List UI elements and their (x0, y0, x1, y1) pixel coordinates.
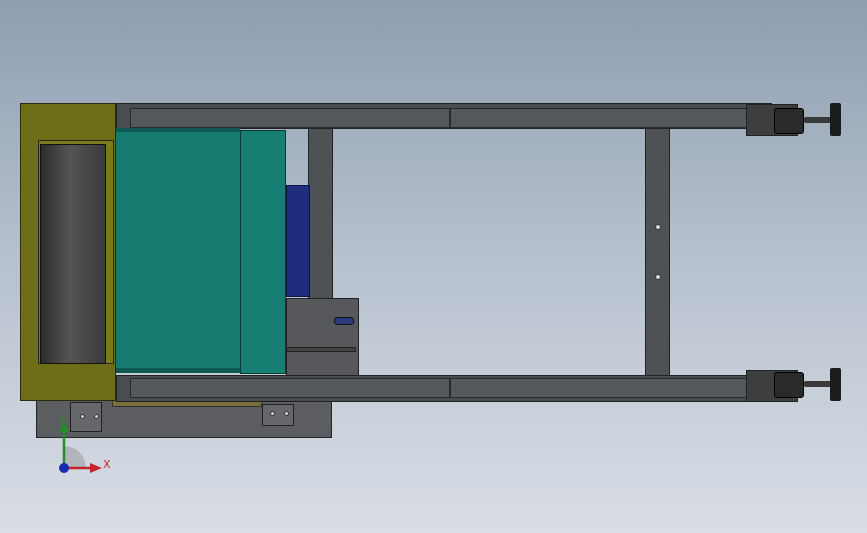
bottom-rail-inner (130, 378, 450, 398)
caster-bottom-stem (804, 381, 832, 387)
caster-top-stem (804, 117, 832, 123)
motor-housing (286, 185, 310, 297)
x-axis-label: X (103, 458, 111, 471)
top-rail-inner (130, 108, 450, 128)
base-plate-bracket-right (262, 404, 294, 426)
hopper-lip-top (115, 128, 240, 132)
bolt-hole (270, 411, 275, 416)
drum-roller (40, 144, 106, 364)
bolt-hole (655, 224, 661, 230)
bottom-rail-inner-right (450, 378, 750, 398)
caster-top-foot (830, 103, 841, 136)
bolt-hole (284, 411, 289, 416)
coordinate-triad: X Y (48, 410, 118, 480)
caster-bottom-foot (830, 368, 841, 401)
x-axis-arrow (90, 463, 102, 473)
motor-bracket-line (286, 347, 356, 352)
top-rail-inner-right (450, 108, 750, 128)
motor-mount-plate (286, 298, 359, 376)
hopper-side-panel (240, 130, 286, 374)
motor-bracket-slot (334, 317, 354, 325)
hopper-body (115, 130, 241, 370)
cross-leg-right (645, 128, 670, 376)
bolt-hole (655, 274, 661, 280)
cad-viewport[interactable]: X Y (0, 0, 867, 533)
hopper-lip-bottom (115, 368, 240, 373)
caster-top-wheel (774, 108, 804, 134)
z-axis-dot (59, 463, 69, 473)
y-axis-label: Y (59, 413, 66, 426)
caster-bottom-wheel (774, 372, 804, 398)
